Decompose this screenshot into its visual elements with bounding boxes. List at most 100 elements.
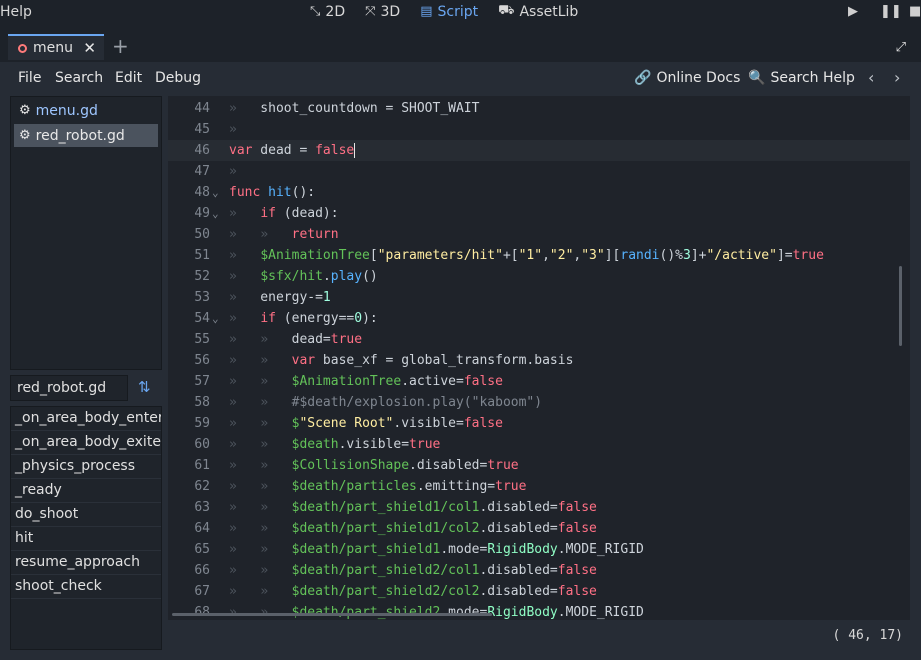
code-line[interactable]: 51 » $AnimationTree["parameters/hit"+["1"… (168, 245, 910, 266)
code-editor[interactable]: 68 » » $death/part_shield2.mode=RigidBody… (168, 96, 910, 620)
file-menu[interactable]: File (18, 70, 41, 86)
method-item[interactable]: resume_approach (11, 551, 161, 575)
code-line[interactable]: 67 » » $death/part_shield2/col2.disabled=… (168, 581, 910, 602)
method-item[interactable]: _on_area_body_exited (11, 431, 161, 455)
search-docs-icon: 🔍 (748, 70, 766, 86)
line-number: 68 (168, 602, 210, 620)
code-text: » » $death.visible=true (229, 437, 441, 452)
method-item[interactable]: _ready (11, 479, 161, 503)
play-icon[interactable]: ▶ (848, 4, 858, 19)
code-line[interactable]: 57 » » $AnimationTree.active=false (168, 371, 910, 392)
history-back-icon[interactable]: ‹ (868, 68, 874, 87)
debug-menu[interactable]: Debug (155, 70, 201, 86)
code-line[interactable]: 65 » » $death/part_shield1.mode=RigidBody… (168, 539, 910, 560)
3d-icon: ⤧ (365, 4, 376, 19)
code-line[interactable]: 50 » » return (168, 224, 910, 245)
code-line[interactable]: 61 » » $CollisionShape.disabled=true (168, 455, 910, 476)
tab-label: menu (33, 40, 73, 56)
search-help-button[interactable]: 🔍 Search Help (748, 70, 855, 86)
code-line[interactable]: 54 ⌄ » if (energy==0): (168, 308, 910, 329)
code-line[interactable]: 58 » » #$death/explosion.play("kaboom") (168, 392, 910, 413)
fold-arrow-icon[interactable]: ⌄ (212, 203, 219, 224)
line-number: 53 (194, 290, 210, 305)
online-docs-button[interactable]: 🔗 Online Docs (634, 70, 740, 86)
code-text: » » $death/part_shield2/col1.disabled=fa… (229, 563, 597, 578)
code-text: » » return (229, 227, 339, 242)
2d-icon: ⤡ (310, 4, 321, 19)
code-line[interactable]: 56 » » var base_xf = global_transform.bas… (168, 350, 910, 371)
code-line[interactable]: 59 » » $"Scene Root".visible=false (168, 413, 910, 434)
mode-2d[interactable]: ⤡ 2D (310, 3, 345, 20)
method-item[interactable]: _on_area_body_entered (11, 407, 161, 431)
edit-menu[interactable]: Edit (115, 70, 142, 86)
close-icon[interactable]: ✕ (83, 39, 96, 57)
code-line[interactable]: 55 » » dead=true (168, 329, 910, 350)
code-text: » » #$death/explosion.play("kaboom") (229, 395, 543, 410)
code-line[interactable]: 64 » » $death/part_shield1/col2.disabled=… (168, 518, 910, 539)
code-line[interactable]: 47 » (168, 161, 910, 182)
code-text: var dead = false (229, 143, 356, 158)
history-forward-icon[interactable]: › (894, 68, 900, 87)
line-number: 47 (194, 164, 210, 179)
code-line[interactable]: 63 » » $death/part_shield1/col1.disabled=… (168, 497, 910, 518)
code-line[interactable]: 66 » » $death/part_shield2/col1.disabled=… (168, 560, 910, 581)
code-text: » if (dead): (229, 206, 339, 221)
distraction-free-icon[interactable]: ⤢ (896, 40, 906, 55)
line-number: 46 (194, 143, 210, 158)
line-number: 50 (194, 227, 210, 242)
line-number: 57 (194, 374, 210, 389)
mode-3d[interactable]: ⤧ 3D (365, 3, 400, 20)
vertical-scrollbar[interactable] (899, 266, 902, 346)
method-item[interactable]: do_shoot (11, 503, 161, 527)
code-line[interactable]: 46 var dead = false (168, 140, 910, 161)
line-number: 64 (194, 521, 210, 536)
fold-arrow-icon[interactable]: ⌄ (212, 182, 219, 203)
mode-assetlib[interactable]: ⛟ AssetLib (498, 3, 578, 20)
scene-tabbar: menu ✕ + ⤢ (0, 32, 921, 62)
line-number: 45 (194, 122, 210, 137)
workspace-switcher: ⤡ 2D ⤧ 3D ▤ Script ⛟ AssetLib (310, 3, 578, 20)
fold-arrow-icon[interactable]: ⌄ (212, 308, 219, 329)
gear-icon: ⚙ (19, 103, 31, 118)
horizontal-scrollbar[interactable] (172, 613, 492, 616)
cursor-position: ( 46, 17) (832, 628, 903, 643)
code-text: » (229, 164, 237, 179)
add-tab-icon[interactable]: + (112, 36, 129, 56)
script-icon: ▤ (420, 4, 433, 19)
code-text: » » $CollisionShape.disabled=true (229, 458, 519, 473)
code-line[interactable]: 49 ⌄ » if (dead): (168, 203, 910, 224)
line-number: 66 (194, 563, 210, 578)
code-text: » (229, 122, 237, 137)
file-item-red-robot[interactable]: ⚙ red_robot.gd (14, 124, 158, 147)
help-menu[interactable]: Help (0, 4, 32, 20)
code-line[interactable]: 60 » » $death.visible=true (168, 434, 910, 455)
pause-icon[interactable]: ❚❚ (880, 4, 902, 19)
code-line[interactable]: 53 » energy-=1 (168, 287, 910, 308)
line-number: 56 (194, 353, 210, 368)
method-item[interactable]: _physics_process (11, 455, 161, 479)
search-menu[interactable]: Search (55, 70, 103, 86)
sort-icon[interactable]: ⇅ (138, 378, 151, 396)
method-item[interactable]: shoot_check (11, 575, 161, 599)
tab-menu[interactable]: menu ✕ (8, 34, 104, 60)
script-editor-panel: File Search Edit Debug 🔗 Online Docs 🔍 Sea… (0, 62, 921, 660)
line-number: 62 (194, 479, 210, 494)
code-line[interactable]: 62 » » $death/particles.emitting=true (168, 476, 910, 497)
code-text: » » $death/part_shield2/col2.disabled=fa… (229, 584, 597, 599)
line-number: 49 (194, 206, 210, 221)
code-text: » » dead=true (229, 332, 363, 347)
methods-filter-label[interactable]: red_robot.gd (10, 375, 128, 401)
code-line[interactable]: 52 » $sfx/hit.play() (168, 266, 910, 287)
code-line[interactable]: 68 » » $death/part_shield2.mode=RigidBody… (168, 602, 910, 620)
code-line[interactable]: 45 » (168, 119, 910, 140)
method-list: _on_area_body_entered _on_area_body_exit… (10, 406, 162, 650)
file-item-menu[interactable]: ⚙ menu.gd (14, 99, 158, 122)
code-text: » » var base_xf = global_transform.basis (229, 353, 574, 368)
code-line[interactable]: 48 ⌄ func hit(): (168, 182, 910, 203)
code-line[interactable]: 44 » shoot_countdown = SHOOT_WAIT (168, 98, 910, 119)
mode-script[interactable]: ▤ Script (420, 3, 478, 20)
code-text: » » $death/part_shield2.mode=RigidBody.M… (229, 605, 644, 620)
line-number: 67 (194, 584, 210, 599)
method-item[interactable]: hit (11, 527, 161, 551)
stop-icon[interactable]: ■ (909, 4, 921, 19)
